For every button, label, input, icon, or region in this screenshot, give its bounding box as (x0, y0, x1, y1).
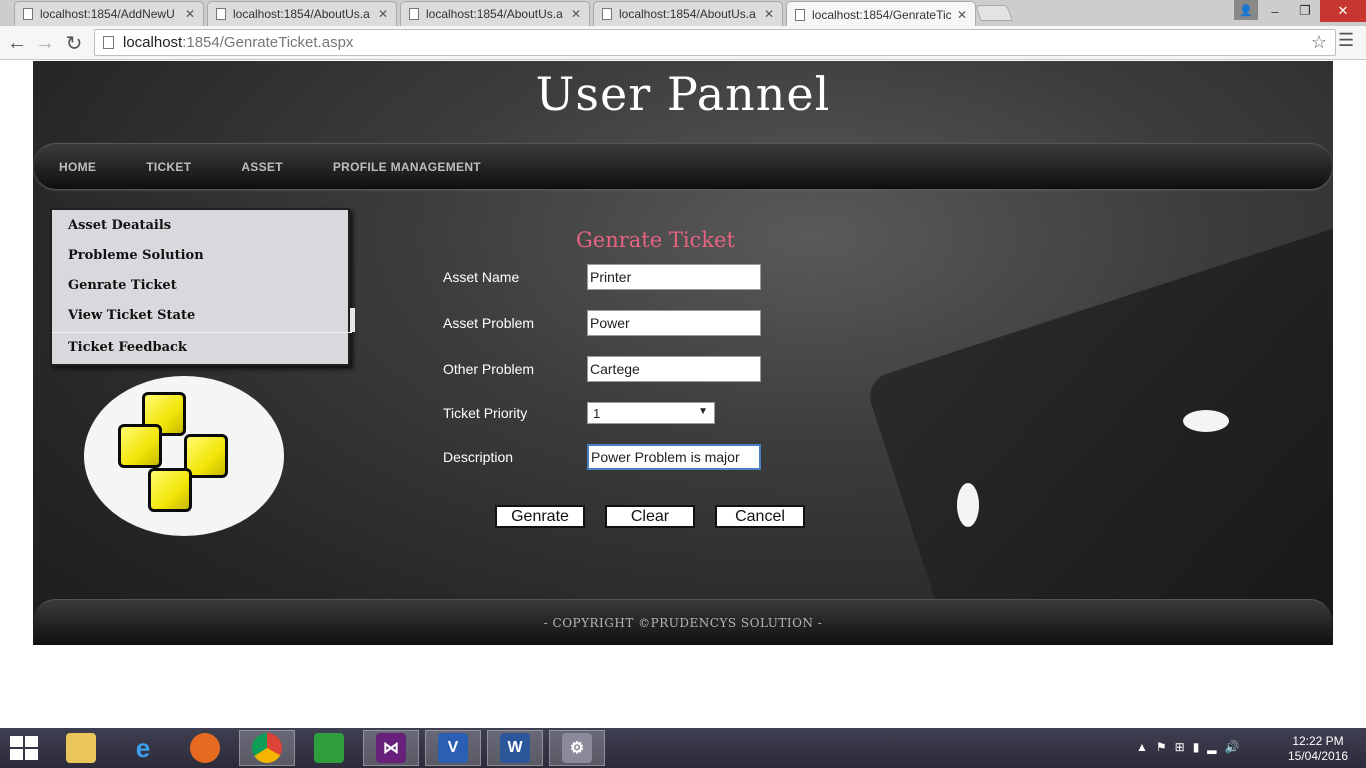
firefox-icon[interactable] (177, 730, 233, 766)
close-icon[interactable]: ✕ (185, 7, 195, 21)
url-host: localhost (123, 34, 183, 51)
clock-time: 12:22 PM (1292, 734, 1344, 748)
sidemenu-hover-indicator (350, 308, 355, 332)
clock[interactable]: 12:22 PM 15/04/2016 (1286, 734, 1350, 764)
page-content: User Pannel HOME TICKET ASSET PROFILE MA… (33, 61, 1333, 645)
clear-button[interactable]: Clear (605, 505, 695, 528)
close-icon[interactable]: ✕ (764, 7, 774, 21)
close-window-button[interactable]: ✕ (1320, 0, 1366, 22)
cancel-button[interactable]: Cancel (715, 505, 805, 528)
main-navigation: HOME TICKET ASSET PROFILE MANAGEMENT (34, 143, 1332, 189)
description-input[interactable] (587, 444, 761, 470)
sidemenu-asset-details[interactable]: Asset Deatails (68, 218, 171, 233)
close-icon[interactable]: ✕ (957, 8, 967, 22)
browser-tabstrip: localhost:1854/AddNewU ✕ localhost:1854/… (0, 0, 1366, 27)
sidemenu-generate-ticket[interactable]: Genrate Ticket (68, 278, 177, 293)
side-menu: Asset Deatails Probleme Solution Genrate… (50, 208, 355, 366)
sidemenu-view-ticket-state[interactable]: View Ticket State (68, 308, 195, 323)
dice-pip (957, 483, 979, 527)
tab-label: localhost:1854/AboutUs.a (426, 7, 563, 21)
asset-name-input[interactable] (587, 264, 761, 290)
windows-start-icon[interactable] (10, 736, 40, 760)
system-tray-icons[interactable]: ▲⚑⊞▮▂🔊 (1136, 740, 1247, 754)
copyright-text: - COPYRIGHT ©PRUDENCYS SOLUTION - (543, 615, 823, 630)
sidemenu-ticket-feedback[interactable]: Ticket Feedback (68, 340, 187, 355)
chrome-icon[interactable] (239, 730, 295, 766)
browser-tab[interactable]: localhost:1854/AboutUs.a ✕ (400, 1, 590, 26)
minimize-button[interactable]: – (1260, 0, 1290, 22)
dice-background-image (863, 220, 1333, 645)
page-icon (103, 36, 114, 49)
reload-icon[interactable]: ↻ (61, 30, 87, 56)
asset-problem-input[interactable] (587, 310, 761, 336)
close-icon[interactable]: ✕ (378, 7, 388, 21)
taskbar: e ⋈ V W ⚙ ▲⚑⊞▮▂🔊 12:22 PM 15/04/2016 (0, 728, 1366, 768)
forward-icon[interactable]: → (32, 30, 58, 56)
logo (84, 376, 284, 536)
clock-date: 15/04/2016 (1287, 749, 1349, 763)
divider (52, 332, 352, 333)
asset-name-label: Asset Name (443, 269, 520, 285)
other-problem-label: Other Problem (443, 361, 535, 377)
ticket-priority-label: Ticket Priority (443, 405, 528, 421)
menu-icon[interactable]: ☰ (1338, 30, 1354, 51)
browser-toolbar: ← → ↻ localhost:1854/GenrateTicket.aspx … (0, 26, 1366, 60)
dice-pip (1183, 410, 1229, 432)
close-icon[interactable]: ✕ (571, 7, 581, 21)
logo-cube (148, 468, 192, 512)
description-label: Description (443, 449, 514, 465)
profile-icon[interactable]: 👤 (1234, 0, 1258, 20)
generate-button[interactable]: Genrate (495, 505, 585, 528)
page-icon (216, 8, 226, 20)
address-bar[interactable]: localhost:1854/GenrateTicket.aspx ☆ (94, 29, 1336, 56)
page-icon (409, 8, 419, 20)
new-tab-button[interactable] (975, 5, 1013, 21)
file-explorer-icon[interactable] (53, 730, 109, 766)
logo-cube (118, 424, 162, 468)
store-icon[interactable] (301, 730, 357, 766)
nav-profile-management[interactable]: PROFILE MANAGEMENT (333, 160, 481, 174)
internet-explorer-icon[interactable]: e (115, 730, 171, 766)
ticket-priority-select[interactable]: 1 ▼ (587, 402, 715, 424)
ticket-priority-value: 1 (593, 405, 601, 421)
browser-tab[interactable]: localhost:1854/AboutUs.a ✕ (207, 1, 397, 26)
tab-label: localhost:1854/AddNewU (40, 7, 175, 21)
tab-label: localhost:1854/AboutUs.a (233, 7, 370, 21)
page-icon (602, 8, 612, 20)
word-icon[interactable]: W (487, 730, 543, 766)
page-icon (23, 8, 33, 20)
asset-problem-label: Asset Problem (443, 315, 535, 331)
nav-ticket[interactable]: TICKET (146, 160, 191, 174)
visio-icon[interactable]: V (425, 730, 481, 766)
restore-button[interactable]: ❐ (1290, 0, 1320, 22)
page-icon (795, 8, 805, 21)
visual-studio-icon[interactable]: ⋈ (363, 730, 419, 766)
back-icon[interactable]: ← (4, 30, 30, 56)
url-path: :1854/GenrateTicket.aspx (182, 34, 354, 51)
tab-label: localhost:1854/AboutUs.a (619, 7, 756, 21)
browser-tab[interactable]: localhost:1854/AddNewU ✕ (14, 1, 204, 26)
nav-asset[interactable]: ASSET (241, 160, 283, 174)
sidemenu-problem-solution[interactable]: Probleme Solution (68, 248, 204, 263)
other-problem-input[interactable] (587, 356, 761, 382)
tab-label: localhost:1854/GenrateTic (812, 7, 951, 22)
browser-tab-active[interactable]: localhost:1854/GenrateTic ✕ (786, 1, 976, 27)
site-title: User Pannel (535, 67, 831, 121)
bookmark-star-icon[interactable]: ☆ (1311, 32, 1327, 53)
footer: - COPYRIGHT ©PRUDENCYS SOLUTION - (34, 599, 1332, 645)
tools-app-icon[interactable]: ⚙ (549, 730, 605, 766)
browser-tab[interactable]: localhost:1854/AboutUs.a ✕ (593, 1, 783, 26)
dropdown-arrow-icon: ▼ (698, 406, 708, 417)
nav-home[interactable]: HOME (59, 160, 96, 174)
form-title: Genrate Ticket (576, 228, 735, 252)
